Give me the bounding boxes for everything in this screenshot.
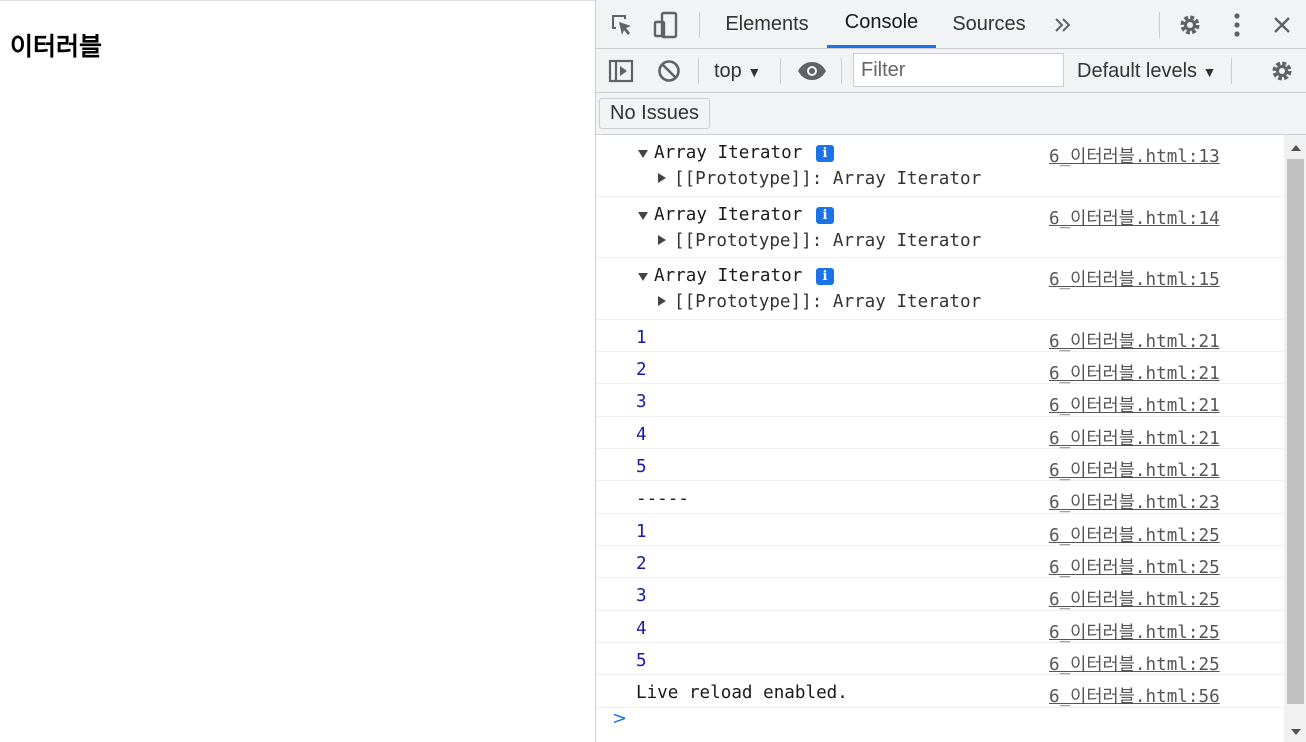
console-entry: 1 6_이터러블.html:25 — [596, 514, 1284, 546]
page-title: 이터러블 — [10, 32, 103, 61]
expand-triangle-icon[interactable] — [638, 273, 648, 281]
clear-console-icon[interactable] — [655, 58, 683, 84]
source-link[interactable]: 6_이터러블.html:21 — [1049, 360, 1220, 385]
sidebar-toggle-icon[interactable] — [607, 58, 635, 84]
scroll-up-icon[interactable] — [1291, 145, 1301, 151]
context-select[interactable]: top ▼ — [714, 60, 761, 83]
console-entry: 5 6_이터러블.html:25 — [596, 643, 1284, 675]
console-entry: 4 6_이터러블.html:25 — [596, 611, 1284, 643]
log-text: 1 — [636, 328, 647, 348]
console-entry: ----- 6_이터러블.html:23 — [596, 481, 1284, 514]
log-levels-label: Default levels — [1077, 60, 1198, 82]
console-entry: 5 6_이터러블.html:21 — [596, 449, 1284, 481]
source-link[interactable]: 6_이터러블.html:15 — [1049, 266, 1220, 291]
console-scrollbar[interactable] — [1284, 135, 1306, 742]
log-text: 3 — [636, 586, 647, 606]
log-text: 5 — [636, 457, 647, 477]
tab-console[interactable]: Console — [827, 0, 936, 48]
source-link[interactable]: 6_이터러블.html:21 — [1049, 392, 1220, 417]
toolbar-divider — [780, 58, 781, 84]
console-entry: 2 6_이터러블.html:21 — [596, 352, 1284, 384]
issues-label: No Issues — [610, 102, 699, 124]
info-icon[interactable]: i — [816, 207, 834, 224]
console-entry: 4 6_이터러블.html:21 — [596, 417, 1284, 449]
console-entry-iterator: Array Iterator i 6_이터러블.html:15 [[Protot… — [596, 258, 1284, 320]
log-text: 2 — [636, 554, 647, 574]
console-entry-iterator: Array Iterator i 6_이터러블.html:14 [[Protot… — [596, 197, 1284, 258]
source-link[interactable]: 6_이터러블.html:25 — [1049, 619, 1220, 644]
prototype-line[interactable]: [[Prototype]]: Array Iterator — [674, 292, 981, 312]
devtools-tabbar: Elements Console Sources — [596, 0, 1306, 49]
info-icon[interactable]: i — [816, 145, 834, 162]
log-text: 2 — [636, 360, 647, 380]
iterator-label[interactable]: Array Iterator — [654, 143, 802, 163]
close-icon[interactable] — [1269, 12, 1295, 38]
source-link[interactable]: 6_이터러블.html:21 — [1049, 457, 1220, 482]
console-prompt-icon[interactable]: > — [612, 708, 627, 729]
toolbar-divider — [1231, 58, 1232, 84]
prototype-line[interactable]: [[Prototype]]: Array Iterator — [674, 169, 981, 189]
devtools-panel: Elements Console Sources top ▼ Default l… — [595, 0, 1306, 742]
console-output: Array Iterator i 6_이터러블.html:13 [[Protot… — [596, 135, 1284, 742]
more-tabs-icon[interactable] — [1051, 14, 1075, 36]
log-text: 3 — [636, 392, 647, 412]
source-link[interactable]: 6_이터러블.html:21 — [1049, 328, 1220, 353]
tab-label: Elements — [725, 12, 809, 35]
source-link[interactable]: 6_이터러블.html:23 — [1049, 489, 1220, 514]
console-entry: 3 6_이터러블.html:25 — [596, 578, 1284, 611]
log-text: 1 — [636, 522, 647, 542]
device-toolbar-icon[interactable] — [653, 11, 679, 39]
log-levels-select[interactable]: Default levels ▼ — [1077, 60, 1216, 83]
collapsed-triangle-icon[interactable] — [658, 173, 666, 183]
tab-elements[interactable]: Elements — [708, 0, 826, 48]
source-link[interactable]: 6_이터러블.html:13 — [1049, 143, 1220, 168]
source-link[interactable]: 6_이터러블.html:25 — [1049, 651, 1220, 676]
tab-label: Sources — [952, 12, 1026, 35]
kebab-menu-icon[interactable] — [1224, 12, 1250, 38]
context-label: top — [714, 60, 742, 82]
source-link[interactable]: 6_이터러블.html:56 — [1049, 683, 1220, 708]
toolbar-divider — [841, 58, 842, 84]
scroll-thumb[interactable] — [1287, 159, 1304, 704]
iterator-label[interactable]: Array Iterator — [654, 205, 802, 225]
toolbar-divider — [1159, 12, 1160, 38]
gear-icon[interactable] — [1176, 11, 1204, 39]
dropdown-arrow-icon: ▼ — [1202, 64, 1217, 80]
collapsed-triangle-icon[interactable] — [658, 296, 666, 306]
log-text: 4 — [636, 425, 647, 445]
source-link[interactable]: 6_이터러블.html:14 — [1049, 205, 1220, 230]
info-icon[interactable]: i — [816, 268, 834, 285]
console-entry-iterator: Array Iterator i 6_이터러블.html:13 [[Protot… — [596, 135, 1284, 197]
console-entry: 1 6_이터러블.html:21 — [596, 320, 1284, 352]
log-text: ----- — [636, 489, 689, 509]
prototype-line[interactable]: [[Prototype]]: Array Iterator — [674, 231, 981, 251]
page-viewport: 이터러블 — [0, 0, 595, 742]
expand-triangle-icon[interactable] — [638, 212, 648, 220]
source-link[interactable]: 6_이터러블.html:25 — [1049, 586, 1220, 611]
console-entry: 2 6_이터러블.html:25 — [596, 546, 1284, 578]
iterator-label[interactable]: Array Iterator — [654, 266, 802, 286]
tab-sources[interactable]: Sources — [937, 0, 1041, 48]
source-link[interactable]: 6_이터러블.html:21 — [1049, 425, 1220, 450]
source-link[interactable]: 6_이터러블.html:25 — [1049, 522, 1220, 547]
log-text: 5 — [636, 651, 647, 671]
expand-triangle-icon[interactable] — [638, 150, 648, 158]
filter-input[interactable] — [853, 53, 1064, 87]
toolbar-divider — [699, 12, 700, 38]
toolbar-divider — [698, 58, 699, 84]
log-text: 4 — [636, 619, 647, 639]
tab-label: Console — [844, 11, 919, 33]
log-text: Live reload enabled. — [636, 683, 848, 703]
scroll-down-icon[interactable] — [1291, 729, 1301, 735]
inspect-element-icon[interactable] — [609, 12, 635, 38]
collapsed-triangle-icon[interactable] — [658, 235, 666, 245]
source-link[interactable]: 6_이터러블.html:25 — [1049, 554, 1220, 579]
console-entry: 3 6_이터러블.html:21 — [596, 384, 1284, 417]
dropdown-arrow-icon: ▼ — [747, 64, 762, 80]
console-settings-icon[interactable] — [1268, 58, 1296, 84]
issues-button[interactable]: No Issues — [599, 98, 710, 129]
eye-icon[interactable] — [796, 58, 828, 84]
console-entry: Live reload enabled. 6_이터러블.html:56 — [596, 675, 1284, 708]
